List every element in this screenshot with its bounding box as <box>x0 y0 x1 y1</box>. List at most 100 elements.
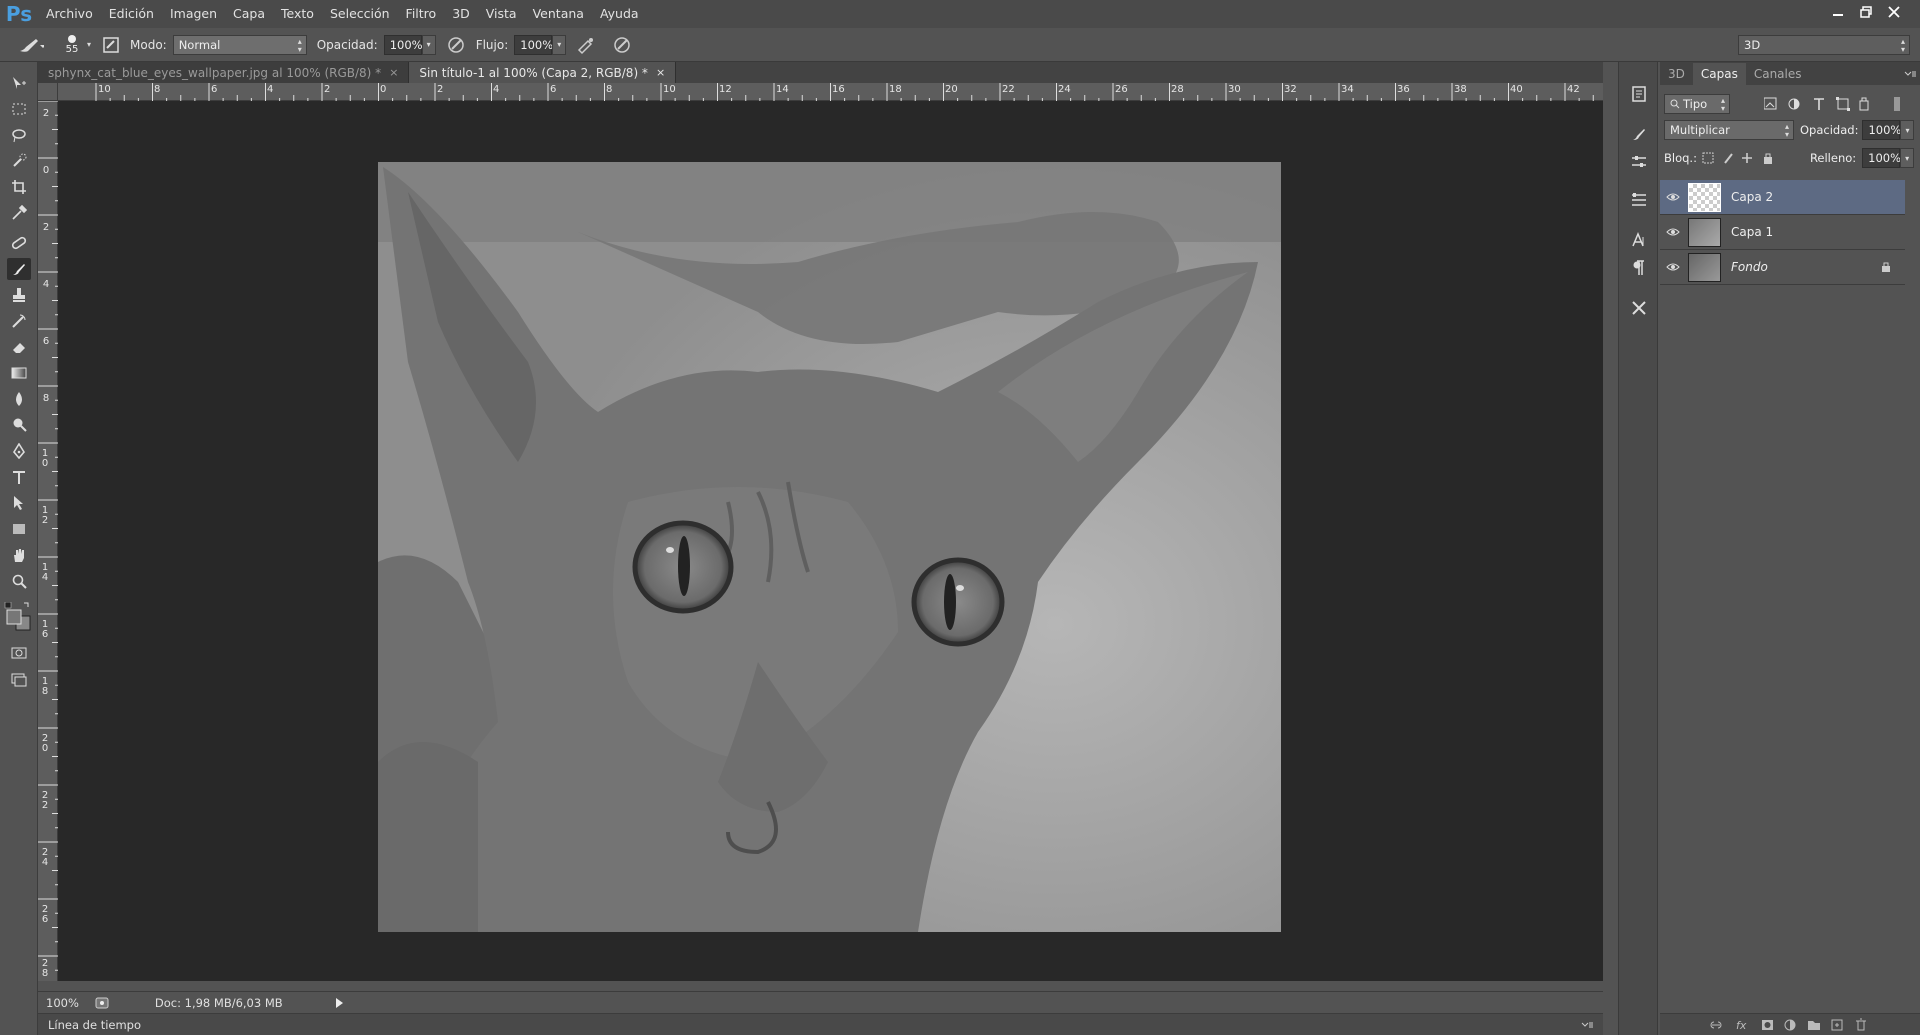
layer-row-capa-2[interactable]: Capa 2 <box>1660 180 1905 215</box>
menu-edicion[interactable]: Edición <box>101 0 162 28</box>
screen-mode-button[interactable] <box>7 668 31 690</box>
eyedropper-tool[interactable] <box>7 202 31 224</box>
visibility-toggle[interactable] <box>1660 192 1685 202</box>
fill-input[interactable]: 100% <box>1862 148 1901 168</box>
pressure-opacity-toggle[interactable] <box>446 35 466 55</box>
blur-tool[interactable] <box>7 388 31 410</box>
layer-thumbnail <box>1688 252 1721 282</box>
pen-tool[interactable] <box>7 440 31 462</box>
visibility-toggle[interactable] <box>1660 227 1685 237</box>
fill-slider-toggle[interactable]: ▾ <box>1900 148 1914 168</box>
paragraph-panel-button[interactable] <box>1629 258 1649 278</box>
history-panel-button[interactable] <box>1629 84 1649 104</box>
properties-button[interactable] <box>1629 190 1649 210</box>
filter-type-dropdown[interactable]: Tipo ▴ ▾ <box>1664 94 1730 114</box>
status-menu-arrow-icon[interactable] <box>334 997 344 1009</box>
menu-seleccion[interactable]: Selección <box>322 0 398 28</box>
tab-sphynx-cat[interactable]: sphynx_cat_blue_eyes_wallpaper.jpg al 10… <box>38 62 410 83</box>
gradient-tool[interactable] <box>7 362 31 384</box>
layer-opacity-slider-toggle[interactable]: ▾ <box>1900 120 1915 140</box>
layer-filter-icons[interactable] <box>1764 95 1904 113</box>
lasso-tool[interactable] <box>7 124 31 146</box>
minimize-button[interactable] <box>1824 0 1852 24</box>
ruler-label: 4 <box>42 279 50 290</box>
adjustments-button[interactable] <box>1629 152 1649 172</box>
opacity-input[interactable]: 100% <box>383 34 423 55</box>
healing-brush-tool[interactable] <box>7 232 31 254</box>
info-icon[interactable] <box>95 997 109 1009</box>
tab-close-icon[interactable]: × <box>389 66 398 79</box>
path-selection-tool[interactable] <box>7 492 31 514</box>
image-canvas[interactable] <box>378 162 1281 932</box>
hand-tool[interactable] <box>7 544 31 566</box>
brush-preset-picker[interactable]: 55 <box>60 34 84 55</box>
layer-row-fondo[interactable]: Fondo <box>1660 250 1905 285</box>
layer-opacity-input[interactable]: 100% <box>1862 120 1901 140</box>
blend-mode-dropdown[interactable]: Multiplicar ▴ ▾ <box>1664 120 1794 140</box>
marquee-tool[interactable] <box>7 98 31 120</box>
horizontal-ruler[interactable]: 10 8 6 4 2 0 2 4 6 8 10 12 14 16 18 20 2… <box>58 83 1603 101</box>
lock-options-icons[interactable] <box>1701 151 1780 165</box>
eraser-tool[interactable] <box>7 336 31 358</box>
pressure-size-toggle[interactable] <box>612 35 632 55</box>
visibility-toggle[interactable] <box>1660 262 1685 272</box>
flow-slider-toggle[interactable]: ▾ <box>552 34 567 55</box>
tool-presets-button[interactable] <box>1629 298 1649 318</box>
workspace-dropdown[interactable]: 3D ▴ ▾ <box>1738 34 1910 55</box>
color-swatches[interactable] <box>4 602 34 634</box>
quick-selection-tool[interactable] <box>7 150 31 172</box>
gradient-icon <box>11 367 27 379</box>
brush-tool[interactable] <box>7 258 31 280</box>
type-tool[interactable] <box>7 466 31 488</box>
clone-stamp-tool[interactable] <box>7 284 31 306</box>
menu-archivo[interactable]: Archivo <box>38 0 101 28</box>
zoom-tool[interactable] <box>7 570 31 592</box>
dodge-tool[interactable] <box>7 414 31 436</box>
menu-capa[interactable]: Capa <box>225 0 273 28</box>
zoom-level[interactable]: 100% <box>46 996 79 1010</box>
ruler-origin[interactable] <box>38 83 58 101</box>
timeline-menu-icon[interactable] <box>1581 1021 1593 1029</box>
menu-ventana[interactable]: Ventana <box>525 0 592 28</box>
ruler-label: 40 <box>1510 84 1523 95</box>
menu-3d[interactable]: 3D <box>444 0 478 28</box>
close-window-button[interactable] <box>1880 0 1908 24</box>
brush-panel-toggle[interactable] <box>102 36 120 54</box>
character-panel-button[interactable] <box>1629 230 1649 250</box>
dropdown-arrows-icon: ▴ ▾ <box>1720 96 1725 113</box>
layer-row-capa-1[interactable]: Capa 1 <box>1660 215 1905 250</box>
menu-filtro[interactable]: Filtro <box>398 0 445 28</box>
history-icon <box>1632 86 1646 102</box>
flow-input[interactable]: 100% <box>514 34 553 55</box>
timeline-tab[interactable]: Línea de tiempo <box>48 1018 141 1032</box>
window-controls <box>1824 0 1920 28</box>
layer-actions-icons[interactable]: fx <box>1710 1016 1910 1034</box>
tab-canales[interactable]: Canales <box>1746 63 1810 85</box>
tab-sin-titulo[interactable]: Sin título-1 al 100% (Capa 2, RGB/8) * × <box>409 62 677 83</box>
tab-3d[interactable]: 3D <box>1660 63 1693 85</box>
crop-tool[interactable] <box>7 176 31 198</box>
tab-capas[interactable]: Capas <box>1692 63 1746 85</box>
vertical-ruler[interactable]: 2 0 2 4 6 8 1 0 1 2 1 4 1 6 1 8 2 0 2 2 … <box>38 101 58 981</box>
layer-list: Capa 2 Capa 1 Fondo <box>1660 180 1905 285</box>
menu-texto[interactable]: Texto <box>273 0 322 28</box>
layer-name: Capa 1 <box>1731 225 1774 239</box>
menu-imagen[interactable]: Imagen <box>162 0 225 28</box>
tool-preset-picker[interactable] <box>16 35 46 55</box>
airbrush-toggle[interactable] <box>576 35 596 55</box>
mode-dropdown[interactable]: Normal ▴ ▾ <box>172 34 307 55</box>
brush-preset-dropdown-arrow[interactable]: ▾ <box>84 35 94 55</box>
menu-vista[interactable]: Vista <box>478 0 525 28</box>
ruler-label: 6 <box>550 84 557 95</box>
menu-ayuda[interactable]: Ayuda <box>592 0 647 28</box>
move-tool[interactable] <box>7 72 31 94</box>
tab-close-icon[interactable]: × <box>656 66 665 79</box>
rectangle-tool[interactable] <box>7 518 31 540</box>
restore-button[interactable] <box>1852 0 1880 24</box>
history-brush-tool[interactable] <box>7 310 31 332</box>
panel-menu-icon[interactable] <box>1904 63 1916 85</box>
quick-mask-button[interactable] <box>7 642 31 664</box>
brush-presets-button[interactable] <box>1629 124 1649 144</box>
opacity-slider-toggle[interactable]: ▾ <box>421 34 436 55</box>
document-workspace[interactable] <box>58 101 1603 981</box>
